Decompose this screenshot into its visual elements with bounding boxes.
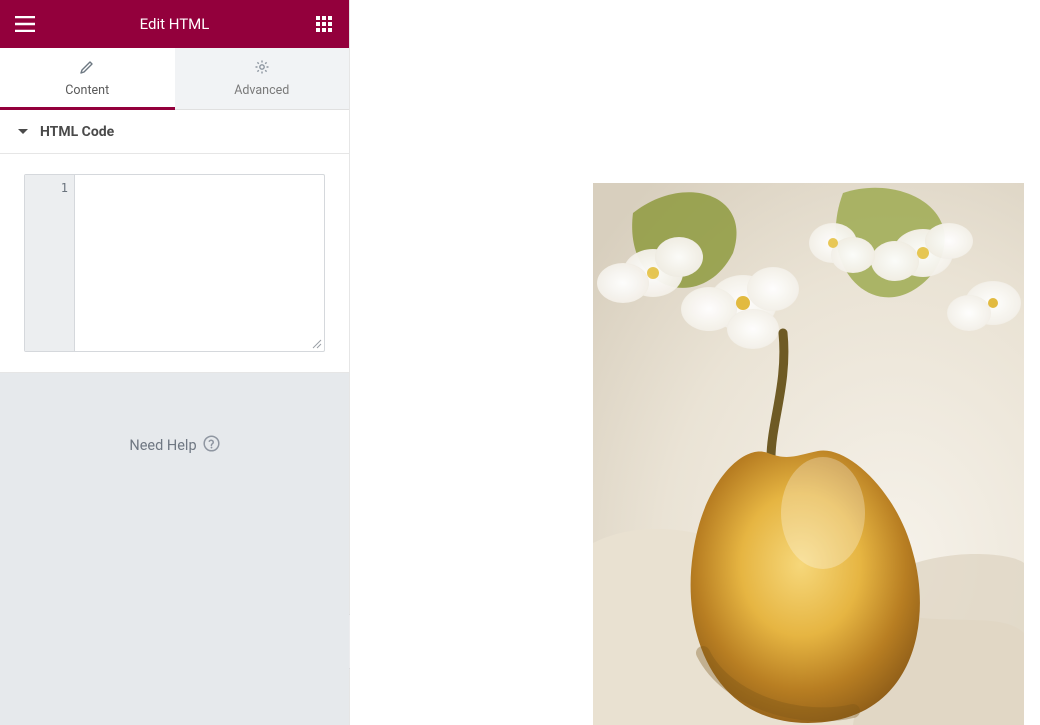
- section-body: 1: [0, 154, 349, 373]
- need-help-link[interactable]: Need Help: [0, 373, 349, 456]
- lower-panel: Need Help: [0, 373, 349, 725]
- tab-advanced-label: Advanced: [234, 83, 289, 98]
- editor-sidebar: Edit HTML Content Advanced HTML Code: [0, 0, 350, 725]
- tab-content[interactable]: Content: [0, 48, 175, 109]
- code-textarea[interactable]: [75, 175, 324, 351]
- tab-bar: Content Advanced: [0, 48, 349, 110]
- html-code-editor[interactable]: 1: [24, 174, 325, 352]
- tab-advanced[interactable]: Advanced: [175, 48, 350, 109]
- help-circle-icon: [203, 435, 220, 456]
- canvas-preview[interactable]: [350, 0, 1040, 725]
- line-number: 1: [25, 179, 68, 197]
- pencil-icon: [79, 59, 95, 83]
- panel-title: Edit HTML: [38, 15, 311, 33]
- tab-content-label: Content: [65, 83, 109, 98]
- section-toggle-html-code[interactable]: HTML Code: [0, 110, 349, 154]
- need-help-label: Need Help: [129, 437, 196, 454]
- preview-image: [593, 183, 1024, 725]
- apps-grid-icon[interactable]: [311, 11, 337, 37]
- caret-down-icon: [18, 124, 28, 140]
- menu-icon[interactable]: [12, 11, 38, 37]
- section-title: HTML Code: [40, 124, 114, 140]
- editor-gutter: 1: [25, 175, 75, 351]
- gear-icon: [254, 59, 270, 83]
- panel-header: Edit HTML: [0, 0, 349, 48]
